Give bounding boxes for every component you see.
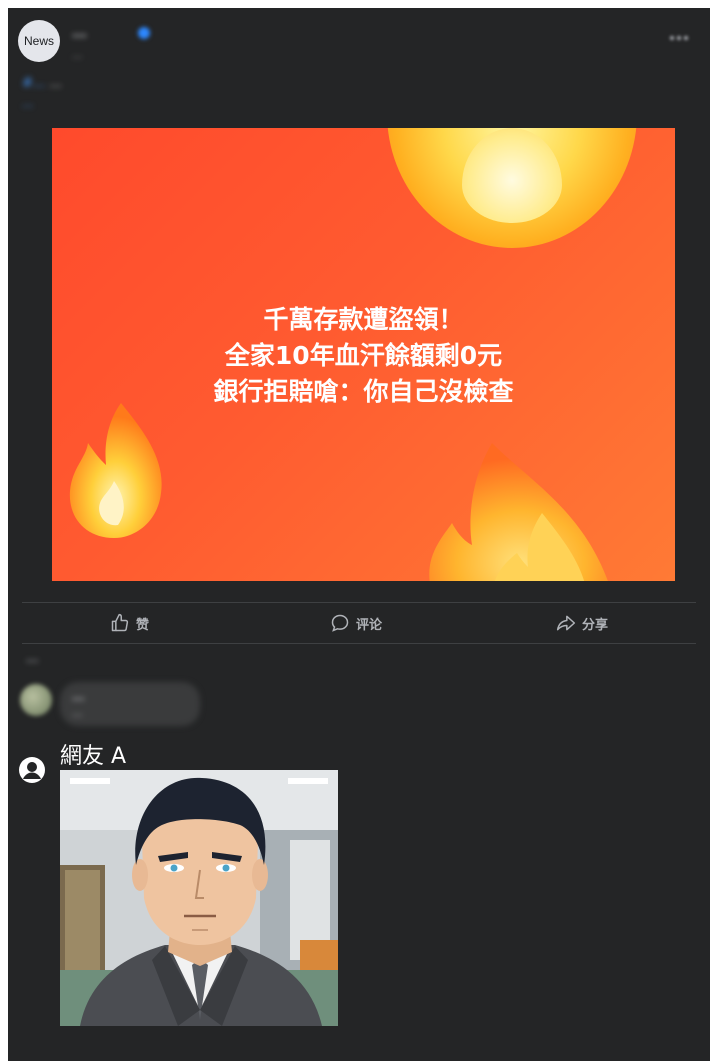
share-arrow-icon [556, 615, 576, 631]
comment-bubble-icon [331, 614, 349, 632]
comment-label: 评论 [356, 617, 383, 633]
post-meta-blurred: ... [72, 48, 83, 61]
post-hero-image[interactable]: 千萬存款遭盜領！ 全家10年血汗餘額剩0元 銀行拒賠嗆：你自己沒檢查 [52, 128, 675, 581]
commenter-avatar[interactable] [20, 684, 52, 716]
hero-line-2: 全家10年血汗餘額剩0元 [224, 341, 503, 370]
share-label: 分享 [582, 617, 609, 633]
hero-line-1: 千萬存款遭盜領！ [263, 305, 464, 334]
page-name-blurred[interactable]: ... [72, 26, 87, 41]
post-hashtag-link[interactable]: #... [22, 76, 45, 91]
fire-emoji-core [462, 128, 562, 223]
divider [22, 602, 696, 603]
reply-cartoon-image[interactable] [60, 770, 338, 1026]
comment-bubble-blurred: ... ... [60, 682, 200, 726]
user-avatar-icon[interactable] [18, 756, 46, 784]
post-link-blurred[interactable]: ... [22, 96, 33, 110]
fire-emoji-left-icon [69, 403, 162, 538]
comment-text: ... [72, 706, 83, 719]
comment-sort-blurred[interactable]: ... [26, 652, 39, 665]
like-label: 赞 [136, 617, 150, 633]
post-card: News ... ... #... ... ... 千萬存款遭盜領！ 全家10年… [8, 8, 710, 1061]
fire-emoji-top-icon [387, 128, 637, 248]
like-button[interactable]: 赞 [110, 611, 149, 635]
page-avatar[interactable]: News [18, 20, 60, 62]
divider [22, 643, 696, 644]
reply-author-name[interactable]: 網友 A [60, 738, 126, 770]
comment-button[interactable]: 评论 [330, 611, 382, 635]
share-button[interactable]: 分享 [556, 611, 608, 635]
verified-badge-icon [138, 27, 150, 39]
hero-headline: 千萬存款遭盜領！ 全家10年血汗餘額剩0元 銀行拒賠嗆：你自己沒檢查 [52, 302, 675, 410]
post-text-blurred: #... ... [22, 76, 62, 91]
comment-author[interactable]: ... [72, 690, 85, 703]
thumbs-up-icon [111, 613, 129, 632]
post-text-body: ... [49, 76, 62, 91]
fire-emoji-right-icon [429, 443, 608, 581]
more-options-icon[interactable] [670, 36, 692, 44]
